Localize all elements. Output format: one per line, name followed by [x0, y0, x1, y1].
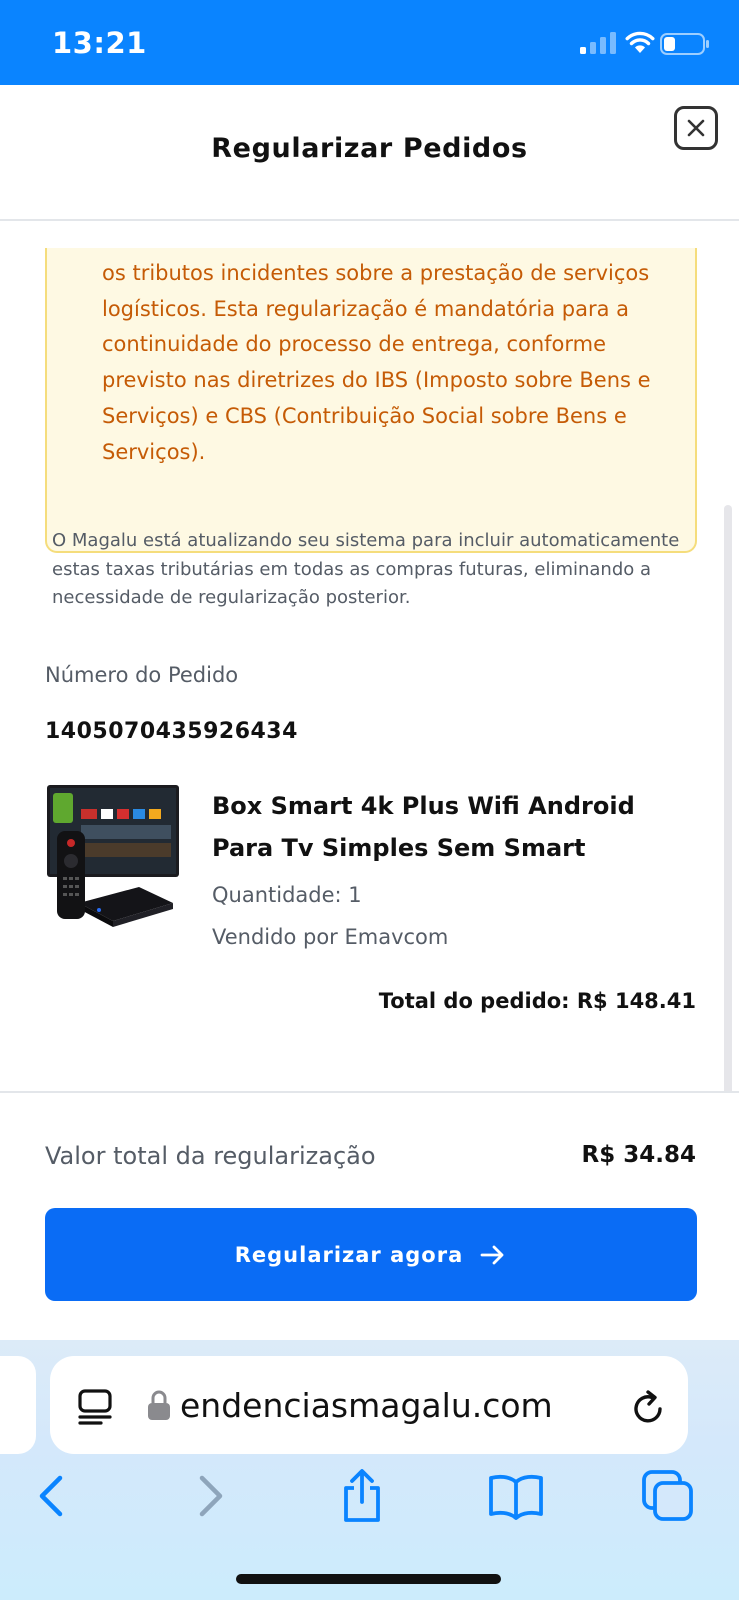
- order-number: 1405070435926434: [45, 719, 298, 744]
- product-name: Box Smart 4k Plus Wifi Android Para Tv S…: [212, 792, 635, 862]
- cellular-signal-icon: [580, 32, 616, 54]
- tv-box-product-image: [47, 785, 179, 927]
- regularization-total-value: R$ 34.84: [581, 1142, 696, 1168]
- home-indicator: [236, 1574, 501, 1584]
- modal-header: Regularizar Pedidos: [0, 85, 739, 221]
- previous-tab-peek[interactable]: [0, 1356, 36, 1454]
- forward-button[interactable]: [180, 1468, 240, 1524]
- product-quantity: Quantidade: 1: [212, 883, 362, 907]
- order-total: Total do pedido: R$ 148.41: [378, 989, 696, 1013]
- tax-warning-box: os tributos incidentes sobre a prestação…: [45, 248, 697, 553]
- regularize-now-button[interactable]: Regularizar agora: [45, 1208, 697, 1301]
- battery-icon: [660, 33, 709, 55]
- status-time: 13:21: [52, 26, 147, 60]
- url-text[interactable]: endenciasmagalu.com: [180, 1386, 620, 1426]
- close-button[interactable]: [674, 106, 718, 150]
- back-icon: [39, 1475, 63, 1517]
- wifi-icon: [625, 31, 655, 53]
- tabs-icon: [642, 1470, 693, 1521]
- share-icon: [344, 1469, 380, 1522]
- bookmarks-icon: [489, 1474, 543, 1520]
- forward-icon: [199, 1475, 223, 1517]
- info-text: O Magalu está atualizando seu sistema pa…: [52, 530, 680, 608]
- regularize-now-label: Regularizar agora: [234, 1242, 464, 1267]
- browser-chrome: endenciasmagalu.com: [0, 1340, 739, 1600]
- bookmarks-button[interactable]: [486, 1468, 546, 1524]
- order-number-label: Número do Pedido: [45, 663, 239, 687]
- lock-icon: [148, 1390, 170, 1420]
- modal-title: Regularizar Pedidos: [211, 133, 528, 164]
- scrollbar[interactable]: [724, 505, 732, 1145]
- arrow-right-icon: [480, 1245, 504, 1264]
- reload-icon[interactable]: [630, 1388, 666, 1426]
- regularization-total-label: Valor total da regularização: [45, 1142, 376, 1170]
- close-icon: [687, 119, 705, 137]
- status-bar: 13:21: [0, 0, 739, 85]
- address-bar[interactable]: endenciasmagalu.com: [50, 1356, 688, 1454]
- back-button[interactable]: [22, 1468, 82, 1524]
- product-seller: Vendido por Emavcom: [212, 925, 449, 949]
- share-button[interactable]: [332, 1468, 392, 1524]
- warning-text: os tributos incidentes sobre a prestação…: [102, 261, 651, 464]
- tabs-button[interactable]: [638, 1468, 698, 1524]
- reader-mode-icon[interactable]: [77, 1388, 113, 1426]
